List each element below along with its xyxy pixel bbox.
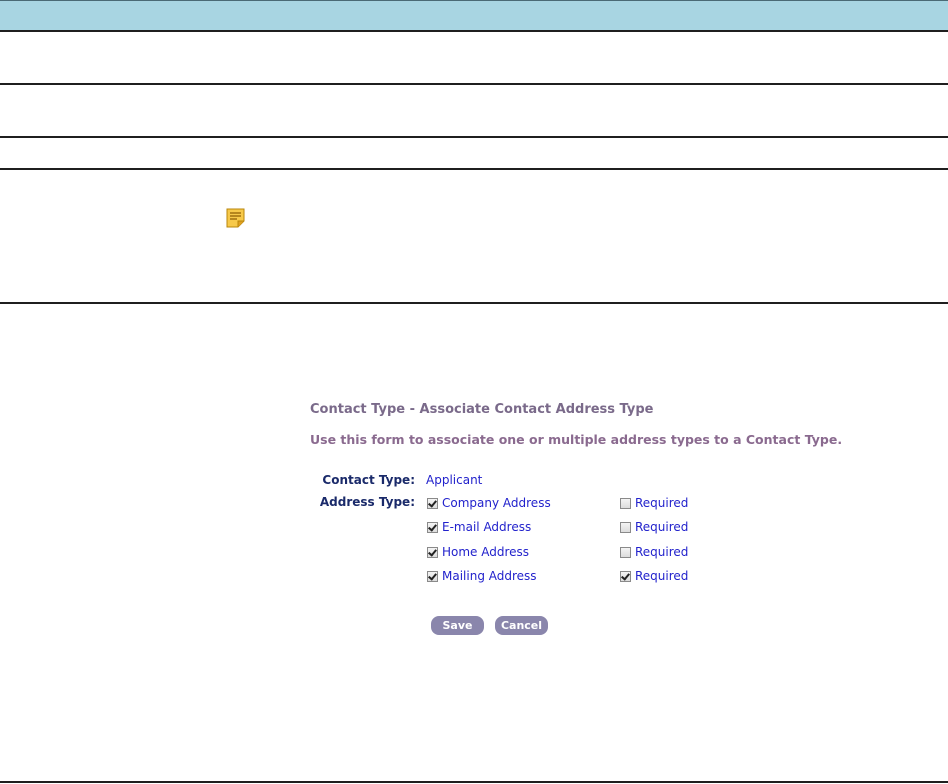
divider [0, 136, 948, 138]
address-type-checkbox[interactable] [427, 546, 438, 558]
address-type-label: Address Type: [319, 495, 415, 509]
required-label: Required [635, 520, 689, 534]
address-type-checkbox[interactable] [427, 570, 438, 582]
address-type-label-home: Home Address [442, 545, 530, 559]
divider [0, 302, 948, 304]
required-checkbox[interactable] [620, 497, 631, 509]
address-type-option[interactable]: Home Address [427, 544, 529, 560]
cancel-button[interactable]: Cancel [495, 616, 548, 635]
required-option[interactable]: Required [620, 519, 688, 535]
address-type-label-company: Company Address [442, 496, 551, 510]
form-title: Contact Type - Associate Contact Address… [310, 402, 654, 417]
required-checkbox[interactable] [620, 546, 631, 558]
contact-type-value: Applicant [426, 473, 483, 487]
note-icon [226, 208, 245, 228]
form-instructions: Use this form to associate one or multip… [310, 432, 843, 447]
required-checkbox[interactable] [620, 521, 631, 533]
required-option[interactable]: Required [620, 495, 688, 511]
address-type-checkbox[interactable] [427, 521, 438, 533]
required-option[interactable]: Required [620, 544, 688, 560]
address-type-option[interactable]: E-mail Address [427, 519, 531, 535]
contact-type-label: Contact Type: [322, 473, 415, 487]
table-header-bar [0, 0, 948, 32]
address-type-label-email: E-mail Address [442, 520, 532, 534]
divider [0, 168, 948, 170]
address-type-label-mailing: Mailing Address [442, 569, 537, 583]
required-checkbox[interactable] [620, 570, 631, 582]
address-type-checkbox[interactable] [427, 497, 438, 509]
address-type-option[interactable]: Company Address [427, 495, 551, 511]
required-label: Required [635, 545, 689, 559]
save-button[interactable]: Save [431, 616, 484, 635]
required-option[interactable]: Required [620, 568, 688, 584]
address-type-option[interactable]: Mailing Address [427, 568, 537, 584]
required-label: Required [635, 569, 689, 583]
page: Contact Type - Associate Contact Address… [0, 0, 948, 784]
required-label: Required [635, 496, 689, 510]
divider [0, 83, 948, 85]
divider [0, 781, 948, 783]
